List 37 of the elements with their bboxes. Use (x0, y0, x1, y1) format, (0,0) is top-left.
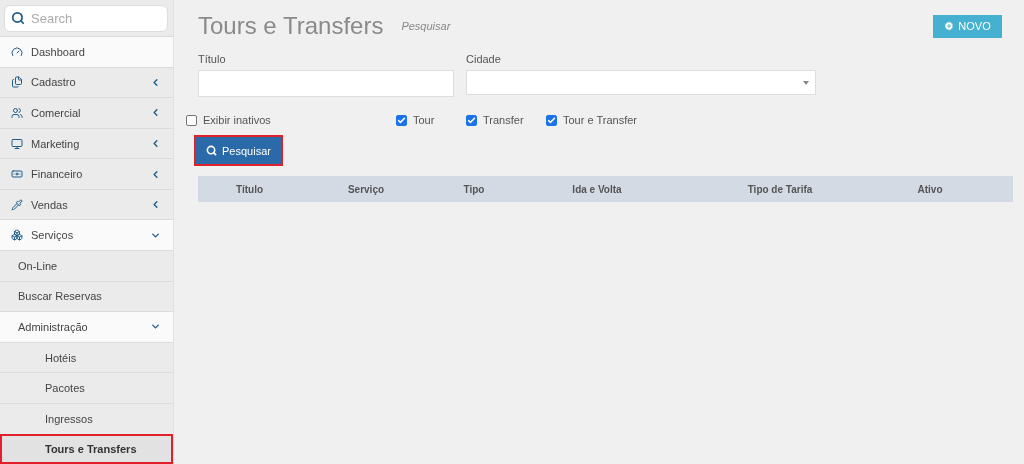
page-title: Tours e Transfers (198, 12, 384, 40)
select-field[interactable] (466, 70, 816, 95)
checkbox[interactable] (396, 114, 407, 126)
column-header: Tipo (462, 183, 486, 195)
search-button[interactable]: Pesquisar (196, 137, 281, 164)
monitor-icon (11, 137, 23, 150)
checkbox-label: Exibir inativos (203, 114, 271, 126)
column-header: Serviço (346, 183, 386, 195)
search-icon (206, 145, 217, 156)
files-icon (11, 76, 23, 89)
sidebar-item[interactable]: Administração (0, 311, 173, 342)
page-subtitle: Pesquisar (401, 20, 452, 32)
input-field[interactable] (198, 70, 454, 97)
plus-icon (944, 21, 955, 31)
column-header: Ativo (916, 183, 944, 195)
checkbox-label: Transfer (483, 114, 524, 126)
column-header: Tipo de Tarifa (746, 183, 814, 195)
search-field[interactable]: Search (4, 5, 168, 32)
column-header: Título (234, 183, 265, 195)
pipette-icon (11, 198, 23, 211)
checkbox[interactable] (466, 114, 477, 126)
caret-icon (803, 80, 809, 85)
column-header: Ida e Volta (571, 183, 623, 195)
checkbox-label: Tour e Transfer (563, 114, 637, 126)
checkbox[interactable] (186, 114, 197, 126)
search-icon (11, 11, 25, 25)
checkbox-label: Tour (413, 114, 435, 126)
field-label: Título (198, 53, 227, 65)
boxes-icon (11, 229, 23, 242)
gauge-icon (11, 45, 23, 58)
sidebar-item[interactable]: Tours e Transfers (0, 433, 173, 464)
users-icon (11, 106, 23, 119)
sidebar-item[interactable]: Dashboard (0, 36, 173, 67)
field-label: Cidade (466, 53, 502, 65)
sidebar-item[interactable]: Serviços (0, 219, 173, 251)
banknote-icon (11, 168, 23, 181)
checkbox[interactable] (546, 114, 557, 126)
